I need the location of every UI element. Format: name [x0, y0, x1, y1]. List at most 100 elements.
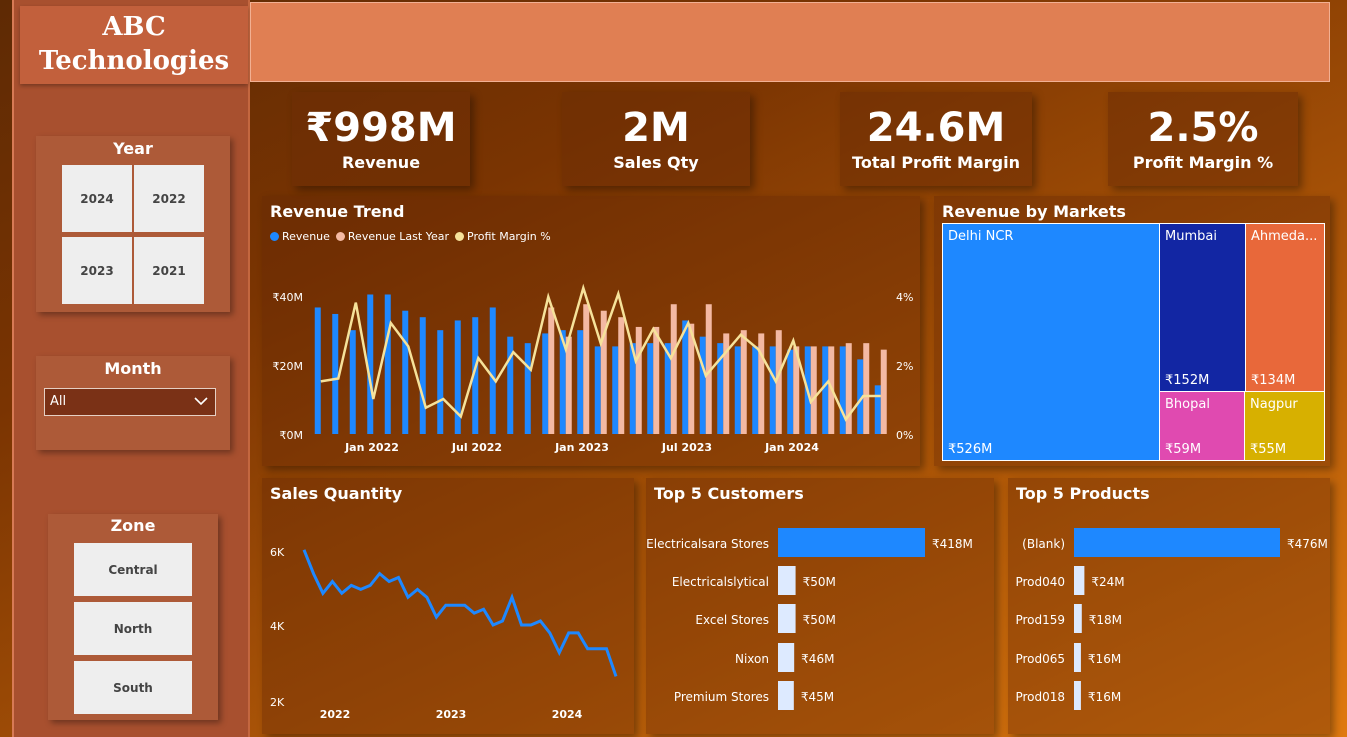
treemap-value: ₹55M [1250, 442, 1287, 457]
kpi-profit-margin-pct-value: 2.5% [1147, 105, 1259, 151]
zone-option-central[interactable]: Central [74, 543, 192, 596]
kpi-revenue-label: Revenue [341, 153, 421, 172]
header-bar [250, 2, 1330, 82]
top-customers-chart: Electricalsara Stores Electricalslytical… [646, 528, 973, 710]
revenue-bar[interactable] [594, 346, 601, 434]
treemap-cell-mumbai[interactable]: Mumbai ₹152M [1159, 223, 1246, 392]
bar[interactable] [778, 643, 795, 672]
product-value: ₹24M [1091, 575, 1124, 589]
revenue-bar[interactable] [822, 346, 829, 434]
bar[interactable] [778, 528, 925, 557]
revenue-last-year-bar[interactable] [863, 343, 870, 434]
y-right-tick: 0% [896, 429, 913, 442]
kpi-sales-qty-value: 2M [622, 105, 690, 151]
revenue-bar[interactable] [332, 313, 339, 434]
treemap-cell-nagpur[interactable]: Nagpur ₹55M [1244, 391, 1325, 461]
revenue-bar[interactable] [524, 343, 531, 434]
zone-option-north[interactable]: North [74, 602, 192, 655]
treemap-cell-delhi-ncr[interactable]: Delhi NCR ₹526M [942, 223, 1160, 461]
customer-value: ₹45M [801, 690, 834, 704]
month-dropdown[interactable]: All [44, 388, 216, 416]
treemap-cell-bhopal[interactable]: Bhopal ₹59M [1159, 391, 1245, 461]
revenue-bar[interactable] [612, 346, 619, 434]
revenue-last-year-bar[interactable] [618, 317, 625, 434]
treemap-value: ₹526M [948, 442, 993, 457]
x-tick: Jan 2024 [764, 441, 819, 454]
kpi-total-profit-margin-value: 24.6M [866, 105, 1006, 151]
bar[interactable] [1074, 604, 1082, 633]
year-option-2024[interactable]: 2024 [62, 165, 132, 232]
zone-option-south[interactable]: South [74, 661, 192, 714]
bar[interactable] [1074, 566, 1085, 595]
x-tick: Jan 2022 [344, 441, 399, 454]
revenue-bar[interactable] [734, 346, 741, 434]
revenue-bar[interactable] [542, 333, 549, 434]
revenue-bar[interactable] [437, 330, 444, 434]
treemap-value: ₹152M [1165, 373, 1210, 388]
revenue-last-year-bar[interactable] [880, 349, 887, 434]
sales-quantity-chart: 6K 4K 2K 2022 2023 2024 [270, 546, 618, 721]
revenue-bar[interactable] [507, 336, 514, 434]
year-option-2023[interactable]: 2023 [62, 237, 132, 304]
revenue-bar[interactable] [699, 336, 706, 434]
top-products-panel: Top 5 Products (Blank) Prod040 Prod159 P… [1008, 478, 1330, 734]
treemap-cell-ahmedabad[interactable]: Ahmeda... ₹134M [1245, 223, 1325, 392]
top-products-chart: (Blank) Prod040 Prod159 Prod065 Prod018 … [1015, 528, 1328, 710]
bar[interactable] [1074, 528, 1280, 557]
y-right-tick: 4% [896, 291, 913, 304]
year-option-2022[interactable]: 2022 [134, 165, 204, 232]
x-tick: 2022 [320, 708, 351, 721]
treemap-label: Nagpur [1250, 397, 1298, 412]
revenue-bar[interactable] [384, 294, 391, 434]
kpi-sales-qty: 2M Sales Qty [562, 92, 750, 186]
product-value: ₹16M [1088, 652, 1121, 666]
revenue-bar[interactable] [874, 385, 881, 434]
year-option-2021[interactable]: 2021 [134, 237, 204, 304]
revenue-last-year-bar[interactable] [583, 304, 590, 434]
product-label: Prod065 [1015, 652, 1065, 666]
revenue-bar[interactable] [577, 330, 584, 434]
revenue-by-markets-panel: Revenue by Markets Delhi NCR ₹526M Mumba… [934, 196, 1330, 466]
customer-value: ₹50M [803, 613, 836, 627]
revenue-last-year-bar[interactable] [670, 304, 677, 434]
revenue-last-year-bar[interactable] [845, 343, 852, 434]
x-tick: Jul 2022 [451, 441, 502, 454]
revenue-last-year-bar[interactable] [653, 326, 660, 434]
logo-line2: Technologies [38, 46, 230, 76]
product-value: ₹476M [1287, 537, 1328, 551]
product-value: ₹16M [1088, 690, 1121, 704]
bar[interactable] [778, 681, 794, 710]
revenue-bar[interactable] [402, 310, 409, 434]
revenue-bar[interactable] [419, 317, 426, 434]
bar[interactable] [1074, 681, 1081, 710]
revenue-last-year-bar[interactable] [740, 330, 747, 434]
customer-value: ₹46M [801, 652, 834, 666]
revenue-last-year-bar[interactable] [548, 307, 555, 434]
zone-slicer: Zone Central North South [48, 514, 218, 720]
product-label: (Blank) [1022, 537, 1065, 551]
revenue-bar[interactable] [682, 320, 689, 434]
revenue-bar[interactable] [314, 307, 321, 434]
treemap-label: Mumbai [1165, 229, 1217, 244]
company-logo: ABC Technologies [20, 6, 248, 84]
revenue-bar[interactable] [787, 349, 794, 434]
revenue-bar[interactable] [349, 330, 356, 434]
revenue-last-year-bar[interactable] [810, 346, 817, 434]
revenue-last-year-bar[interactable] [635, 326, 642, 434]
revenue-bar[interactable] [489, 307, 496, 434]
bar[interactable] [1074, 643, 1081, 672]
treemap-label: Delhi NCR [948, 229, 1014, 244]
revenue-bar[interactable] [769, 346, 776, 434]
treemap-label: Ahmeda... [1251, 229, 1318, 244]
customer-label: Electricalsara Stores [646, 537, 769, 551]
revenue-bar[interactable] [647, 343, 654, 434]
revenue-bar[interactable] [839, 346, 846, 434]
kpi-profit-margin-pct-label: Profit Margin % [1132, 153, 1274, 172]
bar[interactable] [778, 604, 796, 633]
product-label: Prod040 [1015, 575, 1065, 589]
bar[interactable] [778, 566, 796, 595]
x-tick: Jul 2023 [661, 441, 712, 454]
revenue-bar[interactable] [752, 346, 759, 434]
revenue-last-year-bar[interactable] [565, 336, 572, 434]
sales-quantity-line [302, 549, 618, 677]
